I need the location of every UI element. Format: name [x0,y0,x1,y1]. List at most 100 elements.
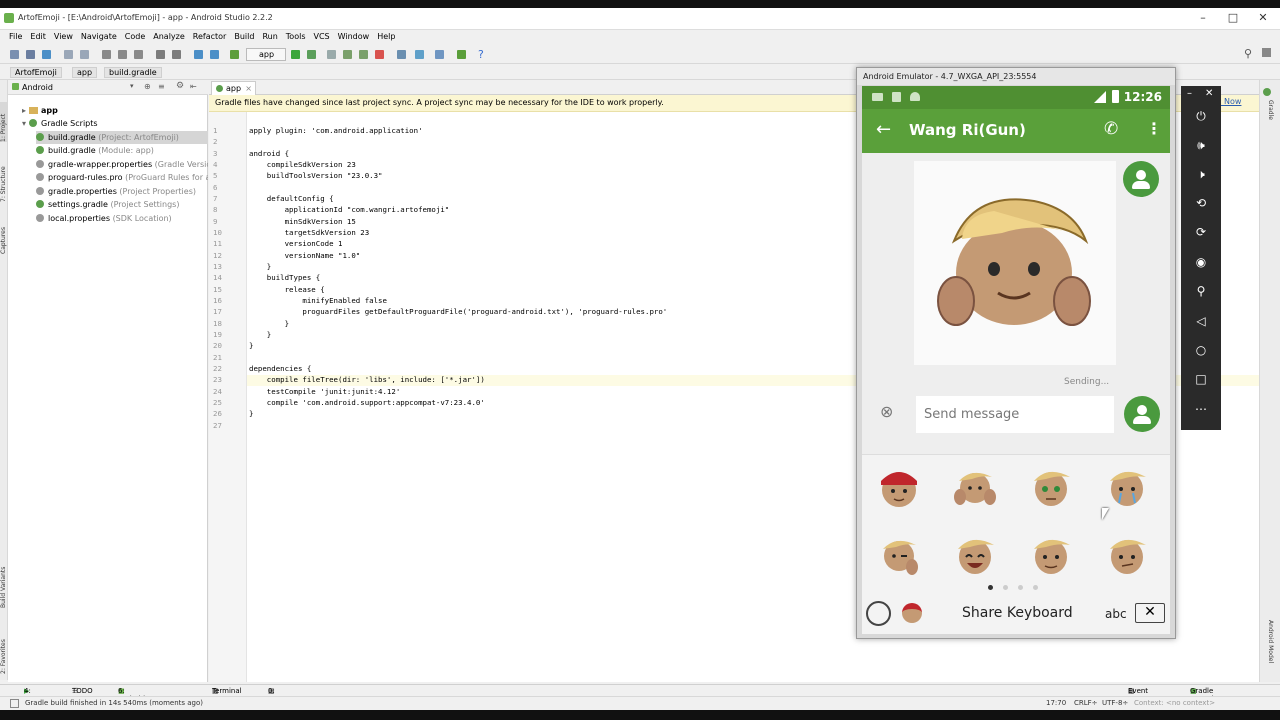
sync-gradle-icon[interactable] [415,50,424,59]
open-icon[interactable] [10,50,19,59]
attach-icon[interactable] [327,50,336,59]
tree-item-local-properties[interactable]: local.properties (SDK Location) [36,212,172,225]
emoji-laughing[interactable] [952,531,998,577]
tab-app[interactable]: app × [211,81,256,95]
menu-window[interactable]: Window [334,30,374,41]
search-everywhere-icon[interactable]: ⚲ [1244,47,1252,60]
menu-vcs[interactable]: VCS [310,30,334,41]
redo-icon[interactable] [80,50,89,59]
emoji-green-eyes[interactable] [1028,463,1074,509]
hide-panel-icon[interactable]: ⇤ [190,82,197,91]
menu-navigate[interactable]: Navigate [77,30,121,41]
line-separator[interactable]: CRLF÷ [1074,699,1098,707]
message-input[interactable]: Send message [916,396,1114,433]
back-icon[interactable] [194,50,203,59]
attachment-icon[interactable]: ⊗ [880,402,893,421]
page-dot[interactable] [1033,585,1038,590]
find-icon[interactable] [156,50,165,59]
menu-edit[interactable]: Edit [26,30,50,41]
cut-icon[interactable] [102,50,111,59]
overview-nav-icon[interactable]: □ [1190,368,1212,390]
chevron-down-icon[interactable]: ▾ [130,82,134,90]
tab-gradle[interactable]: Gradle [1266,100,1274,130]
contact-avatar[interactable] [1123,161,1159,197]
camera-icon[interactable]: ◉ [1190,251,1212,273]
apply-changes-icon[interactable] [343,50,352,59]
tree-item-gradle-wrapper[interactable]: gradle-wrapper.properties (Gradle Versio… [36,158,208,171]
tab-captures[interactable]: Captures [0,220,8,254]
menu-build[interactable]: Build [230,30,258,41]
help-icon[interactable]: ? [478,48,484,61]
page-dot[interactable] [1003,585,1008,590]
close-button[interactable]: ✕ [1248,8,1278,28]
page-dot-active[interactable] [988,585,993,590]
volume-up-icon[interactable]: 🕪 [1190,134,1212,156]
phone-icon[interactable]: ✆ [1104,119,1118,139]
breadcrumb-app[interactable]: app [72,67,98,78]
scroll-from-source-icon[interactable]: ⊕ [144,82,151,91]
close-emulator-button[interactable]: ✕ [1205,88,1213,99]
tab-favorites[interactable]: 2: Favorites [0,634,8,674]
more-options-icon[interactable]: ⋮ [1146,119,1162,138]
debug-icon[interactable] [307,50,316,59]
project-structure-icon[interactable] [435,50,444,59]
rerun-icon[interactable] [359,50,368,59]
replace-icon[interactable] [172,50,181,59]
tree-item-settings-gradle[interactable]: settings.gradle (Project Settings) [36,198,179,211]
menu-help[interactable]: Help [373,30,399,41]
copy-icon[interactable] [118,50,127,59]
file-encoding[interactable]: UTF-8÷ [1102,699,1128,707]
expand-arrow-icon[interactable]: ▸ [22,106,26,115]
emoji-smirk[interactable] [1104,531,1150,577]
emoji-neutral[interactable] [1028,531,1074,577]
page-dot[interactable] [1018,585,1023,590]
zoom-icon[interactable]: ⚲ [1190,280,1212,302]
undo-icon[interactable] [64,50,73,59]
power-icon[interactable]: ⏻ [1190,105,1212,127]
tab-build-variants[interactable]: Build Variants [0,558,8,608]
close-tab-icon[interactable]: × [245,82,252,95]
emoji-crying[interactable] [1104,463,1150,509]
breadcrumb-file[interactable]: build.gradle [104,67,162,78]
tree-item-build-gradle-module[interactable]: build.gradle (Module: app) [36,144,154,157]
menu-run[interactable]: Run [258,30,281,41]
back-nav-icon[interactable]: ◁ [1190,310,1212,332]
avd-manager-icon[interactable] [397,50,406,59]
globe-icon[interactable] [866,601,891,626]
tree-item-gradle-properties[interactable]: gradle.properties (Project Properties) [36,185,196,198]
breadcrumb-project[interactable]: ArtofEmoji [10,67,62,78]
menu-analyze[interactable]: Analyze [149,30,189,41]
menu-refactor[interactable]: Refactor [189,30,231,41]
run-icon[interactable] [291,50,300,59]
project-view-select[interactable]: Android [22,83,53,92]
stop-icon[interactable] [375,50,384,59]
collapse-all-icon[interactable]: ≡ [158,82,165,91]
volume-down-icon[interactable]: 🕨 [1190,163,1212,185]
menu-view[interactable]: View [50,30,77,41]
more-icon[interactable]: ⋯ [1190,398,1212,420]
layout-icon[interactable] [1262,48,1271,57]
emoji-thumbs-up[interactable] [952,463,998,509]
sent-emoji-message[interactable] [914,161,1116,365]
save-icon[interactable] [26,50,35,59]
paste-icon[interactable] [134,50,143,59]
tab-android-model[interactable]: Android Model [1266,620,1274,675]
home-nav-icon[interactable]: ○ [1190,339,1212,361]
gear-icon[interactable]: ⚙ [176,81,184,91]
tab-project[interactable]: 1: Project [0,102,8,142]
collapse-arrow-icon[interactable]: ▾ [22,119,26,128]
forward-icon[interactable] [210,50,219,59]
menu-code[interactable]: Code [121,30,149,41]
rotate-right-icon[interactable]: ⟳ [1190,221,1212,243]
run-config-select[interactable]: app [246,48,286,61]
sdk-manager-icon[interactable] [457,50,466,59]
toggle-tool-windows-icon[interactable] [10,699,19,708]
tree-item-proguard-rules[interactable]: proguard-rules.pro (ProGuard Rules for a… [36,171,208,184]
minimize-emulator-button[interactable]: – [1187,88,1192,99]
emoji-trump-hat[interactable] [876,463,922,509]
minimize-button[interactable]: – [1188,8,1218,28]
tab-structure[interactable]: 7: Structure [0,160,8,202]
menu-tools[interactable]: Tools [282,30,310,41]
menu-file[interactable]: File [5,30,26,41]
make-project-icon[interactable] [230,50,239,59]
